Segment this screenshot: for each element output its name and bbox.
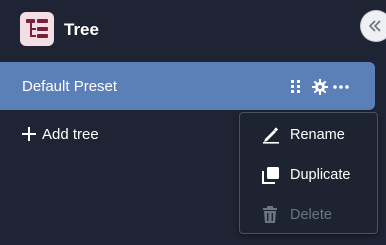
plus-icon (22, 127, 36, 141)
menu-item-rename[interactable]: Rename (240, 116, 377, 152)
trash-icon (263, 206, 277, 223)
drag-handle-icon[interactable] (291, 80, 301, 94)
add-tree-button[interactable]: Add tree (22, 124, 99, 144)
preset-label: Default Preset (22, 78, 118, 95)
add-tree-label: Add tree (42, 125, 99, 143)
tree-logo-icon (20, 12, 54, 46)
tree-panel: Tree Default Preset Add tree Rename Dupl… (0, 0, 386, 245)
double-chevron-left-icon (368, 20, 381, 32)
menu-item-label: Rename (290, 127, 345, 143)
menu-item-label: Duplicate (290, 167, 351, 183)
menu-item-label: Delete (290, 207, 332, 223)
menu-item-duplicate[interactable]: Duplicate (240, 156, 377, 192)
preset-context-menu: Rename Duplicate Delete (239, 112, 378, 234)
pencil-icon (263, 127, 279, 144)
panel-header: Tree (0, 0, 386, 60)
copy-icon (262, 167, 279, 184)
menu-item-delete[interactable]: Delete (240, 196, 377, 232)
page-title: Tree (64, 20, 99, 39)
gear-icon[interactable] (312, 79, 328, 95)
collapse-panel-button[interactable] (361, 11, 386, 41)
more-horizontal-icon[interactable] (333, 84, 349, 90)
